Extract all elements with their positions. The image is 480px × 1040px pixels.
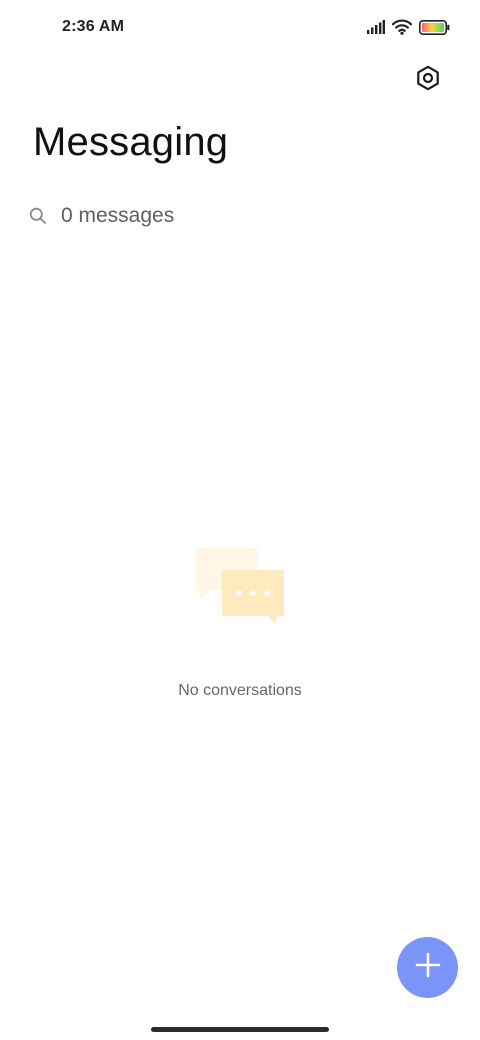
search-input[interactable] <box>61 204 421 228</box>
chat-bubbles-icon <box>194 544 286 628</box>
plus-icon <box>415 952 441 983</box>
status-bar: 2:36 AM <box>0 0 480 56</box>
search-bar[interactable] <box>22 196 458 236</box>
status-icons <box>367 16 450 38</box>
settings-button[interactable] <box>410 62 446 98</box>
home-indicator[interactable] <box>151 1027 329 1032</box>
page-title: Messaging <box>33 120 229 164</box>
battery-icon <box>419 19 450 35</box>
settings-icon <box>415 65 441 96</box>
search-icon <box>25 203 51 229</box>
status-time: 2:36 AM <box>62 18 125 35</box>
wifi-icon <box>392 19 412 35</box>
empty-state-message: No conversations <box>178 682 302 699</box>
signal-icon <box>367 20 385 34</box>
new-conversation-button[interactable] <box>397 937 458 998</box>
